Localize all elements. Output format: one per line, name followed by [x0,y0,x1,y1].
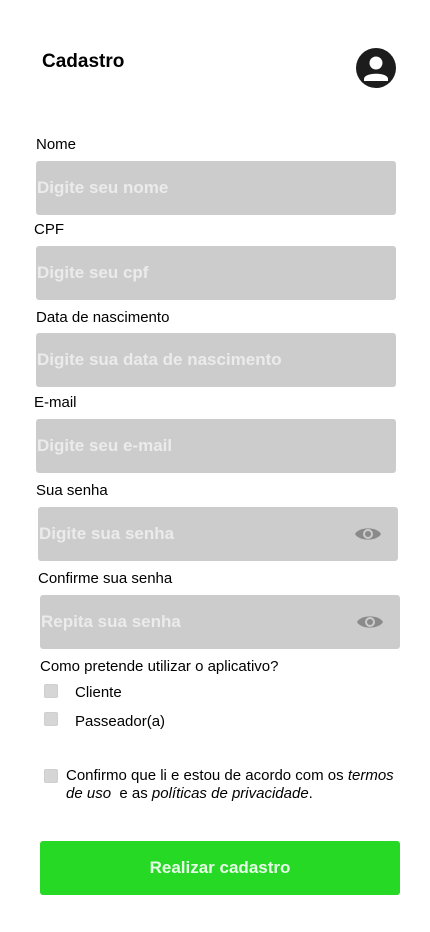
usage-question: Como pretende utilizar o aplicativo? [40,658,279,675]
email-input[interactable] [36,419,396,473]
confirmar-label: Confirme sua senha [38,570,173,587]
privacy-policy-link[interactable]: políticas de privacidade [152,785,309,802]
avatar[interactable] [356,48,396,88]
senha-label: Sua senha [36,482,108,499]
senha-input[interactable] [38,507,398,561]
email-label: E-mail [34,394,77,411]
cpf-input[interactable] [36,246,396,300]
nascimento-input[interactable] [36,333,396,387]
confirmar-field-container [40,595,400,649]
eye-icon[interactable] [356,612,384,632]
terms-text-before: Confirmo que li e estou de acordo com os [66,767,348,784]
submit-button[interactable]: Realizar cadastro [40,841,400,895]
terms-checkbox[interactable] [44,769,58,783]
terms-text: Confirmo que li e estou de acordo com os… [66,767,406,803]
nome-label: Nome [36,136,77,153]
nome-input[interactable] [36,161,396,215]
nascimento-field-container [36,333,396,387]
nascimento-label: Data de nascimento [36,309,170,326]
passeador-label[interactable]: Passeador(a) [75,713,165,731]
cpf-label: CPF [34,221,64,238]
page-title: Cadastro [42,51,125,72]
passeador-checkbox[interactable] [44,712,58,726]
cliente-checkbox[interactable] [44,684,58,698]
eye-icon[interactable] [354,524,382,544]
terms-text-middle: e as [111,785,152,802]
senha-field-container [38,507,398,561]
email-field-container [36,419,396,473]
user-circle-icon [364,56,388,81]
terms-text-after: . [308,785,313,802]
nome-field-container [36,161,396,215]
cpf-field-container [36,246,396,300]
cliente-label[interactable]: Cliente [75,684,122,702]
confirmar-input[interactable] [40,595,400,649]
